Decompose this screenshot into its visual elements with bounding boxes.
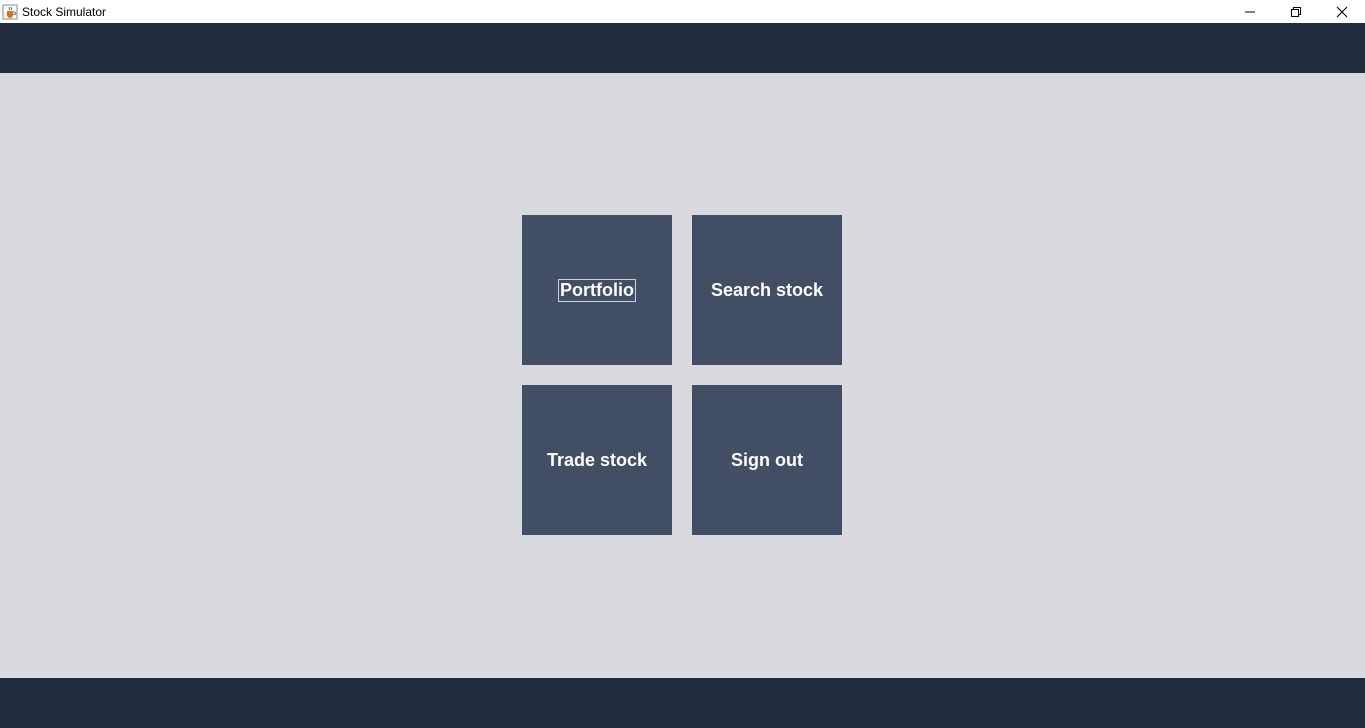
portfolio-label: Portfolio: [558, 278, 636, 302]
trade-stock-label: Trade stock: [546, 449, 648, 470]
close-button[interactable]: [1319, 0, 1365, 23]
app-window: Stock Simulator Portfolio Search stock T…: [0, 0, 1365, 728]
trade-stock-button[interactable]: Trade stock: [522, 385, 672, 535]
close-icon: [1336, 6, 1348, 17]
restore-icon: [1291, 6, 1301, 17]
title-bar: Stock Simulator: [0, 0, 1365, 23]
java-cup-icon: [2, 4, 18, 19]
header-bar: [0, 23, 1365, 73]
restore-button[interactable]: [1273, 0, 1319, 23]
window-title: Stock Simulator: [22, 4, 107, 19]
footer-bar: [0, 678, 1365, 728]
search-stock-label: Search stock: [710, 279, 824, 300]
portfolio-button[interactable]: Portfolio: [522, 215, 672, 365]
search-stock-button[interactable]: Search stock: [692, 215, 842, 365]
sign-out-button[interactable]: Sign out: [692, 385, 842, 535]
minimize-icon: [1245, 11, 1255, 12]
sign-out-label: Sign out: [731, 449, 803, 470]
window-controls: [1227, 0, 1365, 23]
minimize-button[interactable]: [1227, 0, 1273, 23]
